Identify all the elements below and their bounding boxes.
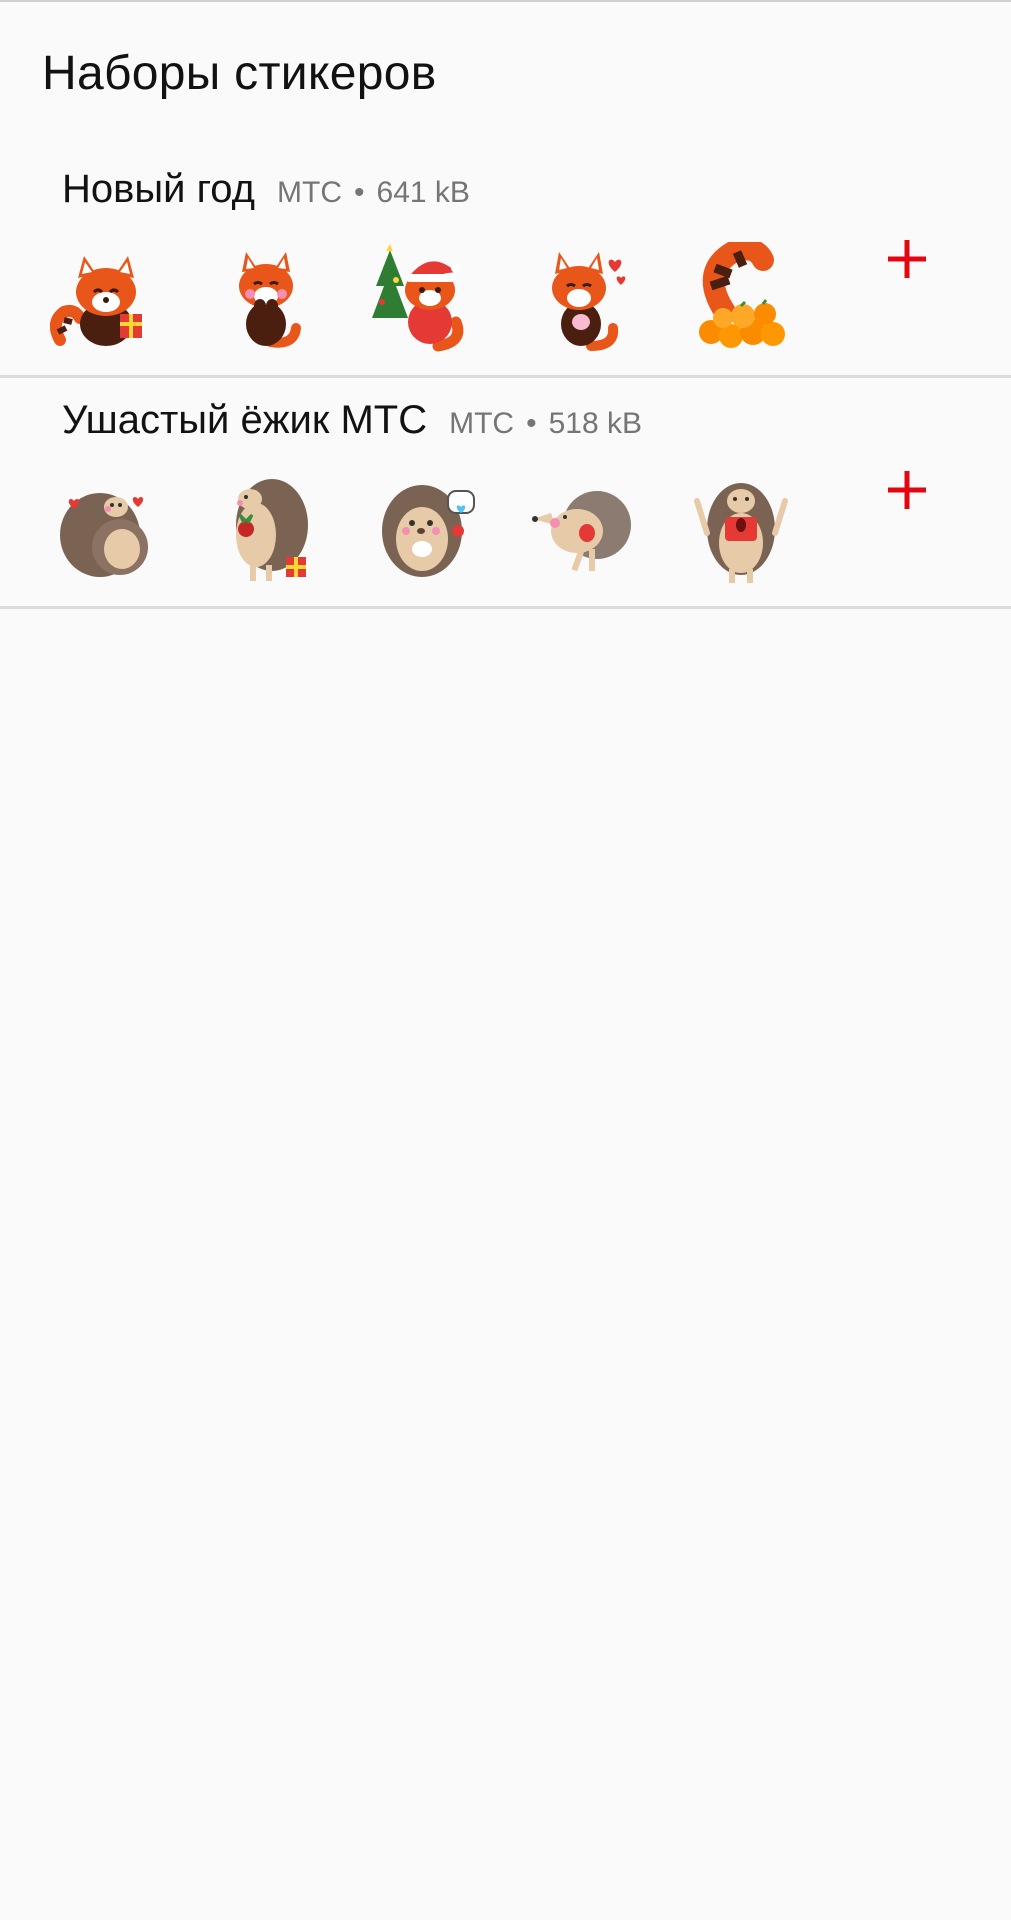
hedgehog-hug-icon (50, 473, 162, 585)
pack-author: МТС (449, 407, 515, 440)
page-title: Наборы стикеров (42, 47, 437, 100)
red-panda-with-gift-icon (50, 242, 162, 354)
hedgehog-running-icon (525, 473, 637, 585)
sticker-pack-row[interactable]: Ушастый ёжик МТС МТС • 518 kB (0, 375, 1011, 609)
sticker-preview-list (0, 473, 860, 585)
plus-icon (888, 240, 926, 278)
pack-header: Новый год МТС • 641 kB (62, 167, 470, 212)
pack-header: Ушастый ёжик МТС МТС • 518 kB (62, 398, 642, 443)
plus-icon (888, 471, 926, 509)
red-panda-tangerines-icon (685, 242, 797, 354)
pack-name: Новый год (62, 167, 256, 211)
pack-author: МТС (277, 176, 342, 209)
pack-meta: МТС • 641 kB (277, 176, 470, 210)
meta-separator: • (354, 176, 365, 209)
red-panda-santa-hat-tree-icon (368, 242, 480, 354)
add-pack-button[interactable] (877, 460, 937, 520)
pack-size: 518 kB (548, 407, 642, 440)
add-pack-button[interactable] (877, 229, 937, 289)
hedgehog-surprised-icon (685, 473, 797, 585)
pack-meta: МТС • 518 kB (449, 407, 642, 441)
top-edge (0, 0, 1011, 2)
red-panda-shy-icon (210, 242, 322, 354)
pack-name: Ушастый ёжик МТС (62, 398, 428, 442)
sticker-preview-list (0, 242, 860, 354)
pack-size: 641 kB (376, 176, 470, 209)
hedgehog-message-icon (368, 473, 480, 585)
hedgehog-gift-icon (210, 473, 322, 585)
meta-separator: • (526, 407, 537, 440)
sticker-pack-row[interactable]: Новый год МТС • 641 kB (0, 144, 1011, 378)
red-panda-hearts-icon (525, 242, 637, 354)
